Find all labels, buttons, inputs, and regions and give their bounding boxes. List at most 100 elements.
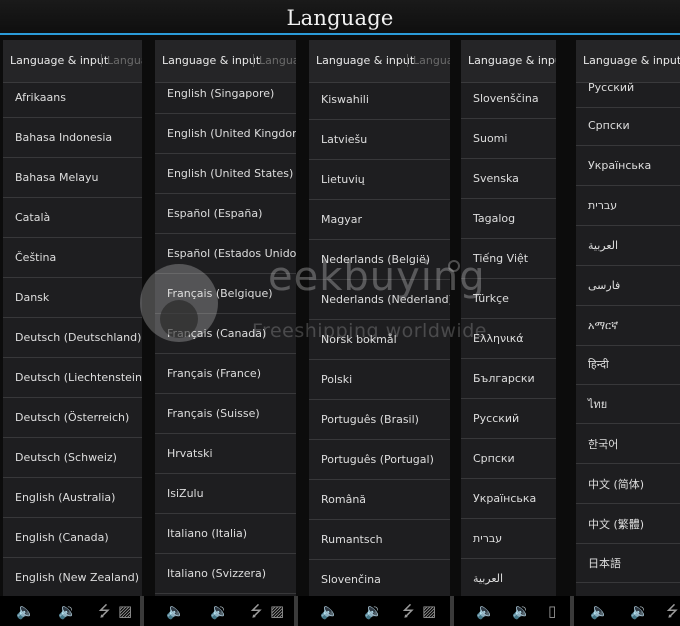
language-panel-2: Language & input Langua English (Singapo… (155, 40, 296, 596)
language-item[interactable]: Türkçe (461, 279, 556, 319)
language-item[interactable]: Português (Brasil) (309, 400, 450, 440)
language-item[interactable]: ไทย (576, 384, 680, 424)
language-item[interactable]: Bahasa Indonesia (3, 118, 142, 158)
language-item[interactable]: Français (Canada) (155, 314, 296, 354)
panel-header: Language & input Langua (309, 40, 450, 83)
language-item[interactable]: Español (Estados Unidos) (155, 234, 296, 274)
language-item[interactable]: Dansk (3, 278, 142, 318)
language-item[interactable]: Deutsch (Deutschland) (3, 318, 142, 358)
language-item[interactable]: 中文 (简体) (576, 464, 680, 504)
language-item[interactable]: Lietuvių (309, 160, 450, 200)
gallery-icon: ▨ (270, 602, 285, 620)
volume-up-icon[interactable]: 🔉 (630, 602, 649, 620)
header-language-input[interactable]: Language & input (316, 54, 414, 67)
language-item[interactable]: Slovenčina (309, 560, 450, 596)
language-item[interactable]: Tagalog (461, 199, 556, 239)
header-language-input[interactable]: Language & input (10, 54, 108, 67)
header-next-tab[interactable]: Langua (253, 54, 296, 67)
title-underline (0, 33, 680, 35)
language-item[interactable]: Català (3, 198, 142, 238)
language-item[interactable]: Magyar (309, 200, 450, 240)
language-panel-4: Language & input Slovenščina Suomi Svens… (461, 40, 556, 596)
language-item[interactable]: Русский (461, 399, 556, 439)
language-item[interactable]: Українська (461, 479, 556, 519)
language-item[interactable]: فارسی (576, 266, 680, 306)
language-item[interactable]: Українська (576, 146, 680, 186)
usb-icon: ⭍ (98, 602, 111, 620)
language-item[interactable]: English (Canada) (3, 518, 142, 558)
language-item[interactable]: English (Australia) (3, 478, 142, 518)
volume-up-icon[interactable]: 🔉 (512, 602, 531, 620)
language-item[interactable]: Српски (576, 106, 680, 146)
nav-bar-2: 🔈 🔉 ⭍ ▨ (144, 596, 294, 626)
volume-down-icon[interactable]: 🔈 (16, 602, 35, 620)
header-language-input[interactable]: Language & input (162, 54, 260, 67)
language-item[interactable]: Hrvatski (155, 434, 296, 474)
language-item[interactable]: Svenska (461, 159, 556, 199)
language-item[interactable]: Español (España) (155, 194, 296, 234)
language-item[interactable]: Français (France) (155, 354, 296, 394)
language-item[interactable]: 한국어 (576, 424, 680, 464)
language-item[interactable]: Română (309, 480, 450, 520)
language-item[interactable]: IsiZulu (155, 474, 296, 514)
language-item[interactable]: Français (Belgique) (155, 274, 296, 314)
language-item[interactable]: Polski (309, 360, 450, 400)
language-item[interactable]: עברית (461, 519, 556, 559)
recent-apps-icon[interactable]: ▯ (548, 602, 556, 620)
header-next-tab[interactable]: Langua (407, 54, 450, 67)
language-panel-1: Language & input Langua Afrikaans Bahasa… (3, 40, 142, 596)
language-item[interactable]: Deutsch (Schweiz) (3, 438, 142, 478)
language-item[interactable]: Français (Suisse) (155, 394, 296, 434)
language-item[interactable]: Afrikaans (3, 78, 142, 118)
language-item[interactable]: Tiếng Việt (461, 239, 556, 279)
language-item[interactable]: Norsk bokmål (309, 320, 450, 360)
language-panel-3: Language & input Langua Kiswahili Latvie… (309, 40, 450, 596)
language-item[interactable]: Deutsch (Liechtenstein) (3, 358, 142, 398)
volume-up-icon[interactable]: 🔉 (364, 602, 383, 620)
nav-bar-3: 🔈 🔉 ⭍ ▨ (298, 596, 450, 626)
volume-down-icon[interactable]: 🔈 (166, 602, 185, 620)
language-item[interactable]: Suomi (461, 119, 556, 159)
language-item[interactable]: English (New Zealand) (3, 558, 142, 596)
language-item[interactable]: العربية (461, 559, 556, 596)
header-language-input[interactable]: Language & input (583, 54, 680, 67)
page-title: Language (286, 5, 394, 30)
volume-down-icon[interactable]: 🔈 (320, 602, 339, 620)
volume-down-icon[interactable]: 🔈 (476, 602, 495, 620)
language-panel-5: Language & input Русский Српски Українсь… (576, 40, 680, 596)
language-item[interactable]: हिन्दी (576, 345, 680, 385)
panel-header: Language & input (461, 40, 556, 83)
language-item[interactable]: Rumantsch (309, 520, 450, 560)
language-item[interactable]: 中文 (繁體) (576, 504, 680, 544)
language-item[interactable]: Latviešu (309, 120, 450, 160)
header-language-input[interactable]: Language & input (468, 54, 556, 67)
header-next-tab[interactable]: Langua (101, 54, 142, 67)
language-item[interactable]: Русский (576, 68, 680, 108)
language-item[interactable]: Italiano (Svizzera) (155, 554, 296, 594)
language-item[interactable]: Bahasa Melayu (3, 158, 142, 198)
language-item[interactable]: Português (Portugal) (309, 440, 450, 480)
language-item[interactable]: Ελληνικά (461, 319, 556, 359)
language-item[interactable]: العربية (576, 226, 680, 266)
language-item[interactable]: English (Singapore) (155, 74, 296, 114)
language-item[interactable]: 日本語 (576, 543, 680, 583)
panel-header: Language & input Langua (3, 40, 142, 83)
nav-bar-5: 🔈 🔉 ⭍ (574, 596, 680, 626)
language-item[interactable]: Српски (461, 439, 556, 479)
language-item[interactable]: Slovenščina (461, 79, 556, 119)
language-item[interactable]: עברית (576, 186, 680, 226)
language-item[interactable]: Deutsch (Österreich) (3, 398, 142, 438)
volume-down-icon[interactable]: 🔈 (590, 602, 609, 620)
language-item[interactable]: Čeština (3, 238, 142, 278)
language-item[interactable]: English (United Kingdom) (155, 114, 296, 154)
usb-icon: ⭍ (666, 602, 679, 620)
language-item[interactable]: English (United States) (155, 154, 296, 194)
volume-up-icon[interactable]: 🔉 (58, 602, 77, 620)
language-item[interactable]: Nederlands (Nederland) (309, 280, 450, 320)
language-item[interactable]: አማርኛ (576, 306, 680, 346)
language-item[interactable]: Български (461, 359, 556, 399)
language-item[interactable]: Italiano (Italia) (155, 514, 296, 554)
language-item[interactable]: Nederlands (België) (309, 240, 450, 280)
volume-up-icon[interactable]: 🔉 (210, 602, 229, 620)
language-item[interactable]: Kiswahili (309, 80, 450, 120)
